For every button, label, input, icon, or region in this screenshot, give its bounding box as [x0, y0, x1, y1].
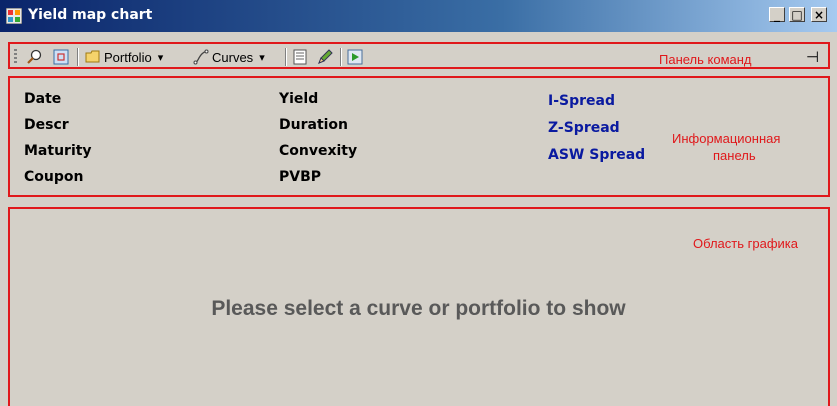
close-button[interactable]: × — [811, 7, 827, 22]
edit-button[interactable] — [317, 48, 333, 66]
app-chart-icon — [6, 8, 22, 24]
report-button[interactable] — [292, 48, 308, 66]
pin-icon[interactable]: ⊣ — [806, 48, 819, 66]
empty-chart-message: Please select a curve or portfolio to sh… — [211, 297, 626, 320]
chart-area-annotation: Область графика — [693, 236, 798, 251]
convexity-field: Convexity — [279, 143, 358, 159]
curves-dropdown[interactable]: Curves ▾ — [193, 48, 265, 66]
pencil-icon — [318, 49, 333, 64]
play-icon — [347, 49, 363, 65]
magnifier-icon — [27, 49, 42, 64]
pvbp-field: PVBP — [279, 169, 322, 185]
portfolio-dropdown[interactable]: Portfolio ▾ — [85, 48, 163, 66]
maturity-field: Maturity — [24, 143, 92, 159]
zoom-button[interactable] — [26, 48, 42, 66]
asw-spread-field: ASW Spread — [548, 147, 646, 163]
z-spread-field: Z-Spread — [548, 120, 620, 136]
toolbar-separator — [77, 48, 79, 66]
title-bar[interactable]: Yield map chart _ □ × — [0, 0, 837, 32]
maximize-button[interactable]: □ — [789, 7, 805, 22]
minimize-button[interactable]: _ — [769, 7, 785, 22]
toolbar-separator — [340, 48, 342, 66]
duration-field: Duration — [279, 117, 349, 133]
info-panel-annotation-line2: панель — [713, 148, 756, 163]
fit-frame-icon — [53, 49, 69, 65]
chevron-down-icon: ▾ — [259, 51, 265, 64]
window-title: Yield map chart — [28, 7, 153, 23]
toolbar-grip[interactable] — [14, 49, 17, 65]
curves-label: Curves — [212, 49, 254, 65]
chevron-down-icon: ▾ — [157, 51, 164, 64]
info-panel-annotation: Информационная — [672, 131, 781, 146]
folder-icon — [85, 50, 100, 63]
descr-field: Descr — [24, 117, 69, 133]
run-button[interactable] — [347, 48, 363, 66]
yield-field: Yield — [279, 91, 319, 107]
i-spread-field: I-Spread — [548, 93, 615, 109]
date-field: Date — [24, 91, 62, 107]
toolbar-separator — [285, 48, 287, 66]
portfolio-label: Portfolio — [104, 49, 152, 65]
document-icon — [293, 49, 307, 65]
coupon-field: Coupon — [24, 169, 84, 185]
curve-icon — [193, 49, 209, 65]
fit-view-button[interactable] — [53, 48, 69, 66]
command-panel-annotation: Панель команд — [659, 52, 752, 67]
